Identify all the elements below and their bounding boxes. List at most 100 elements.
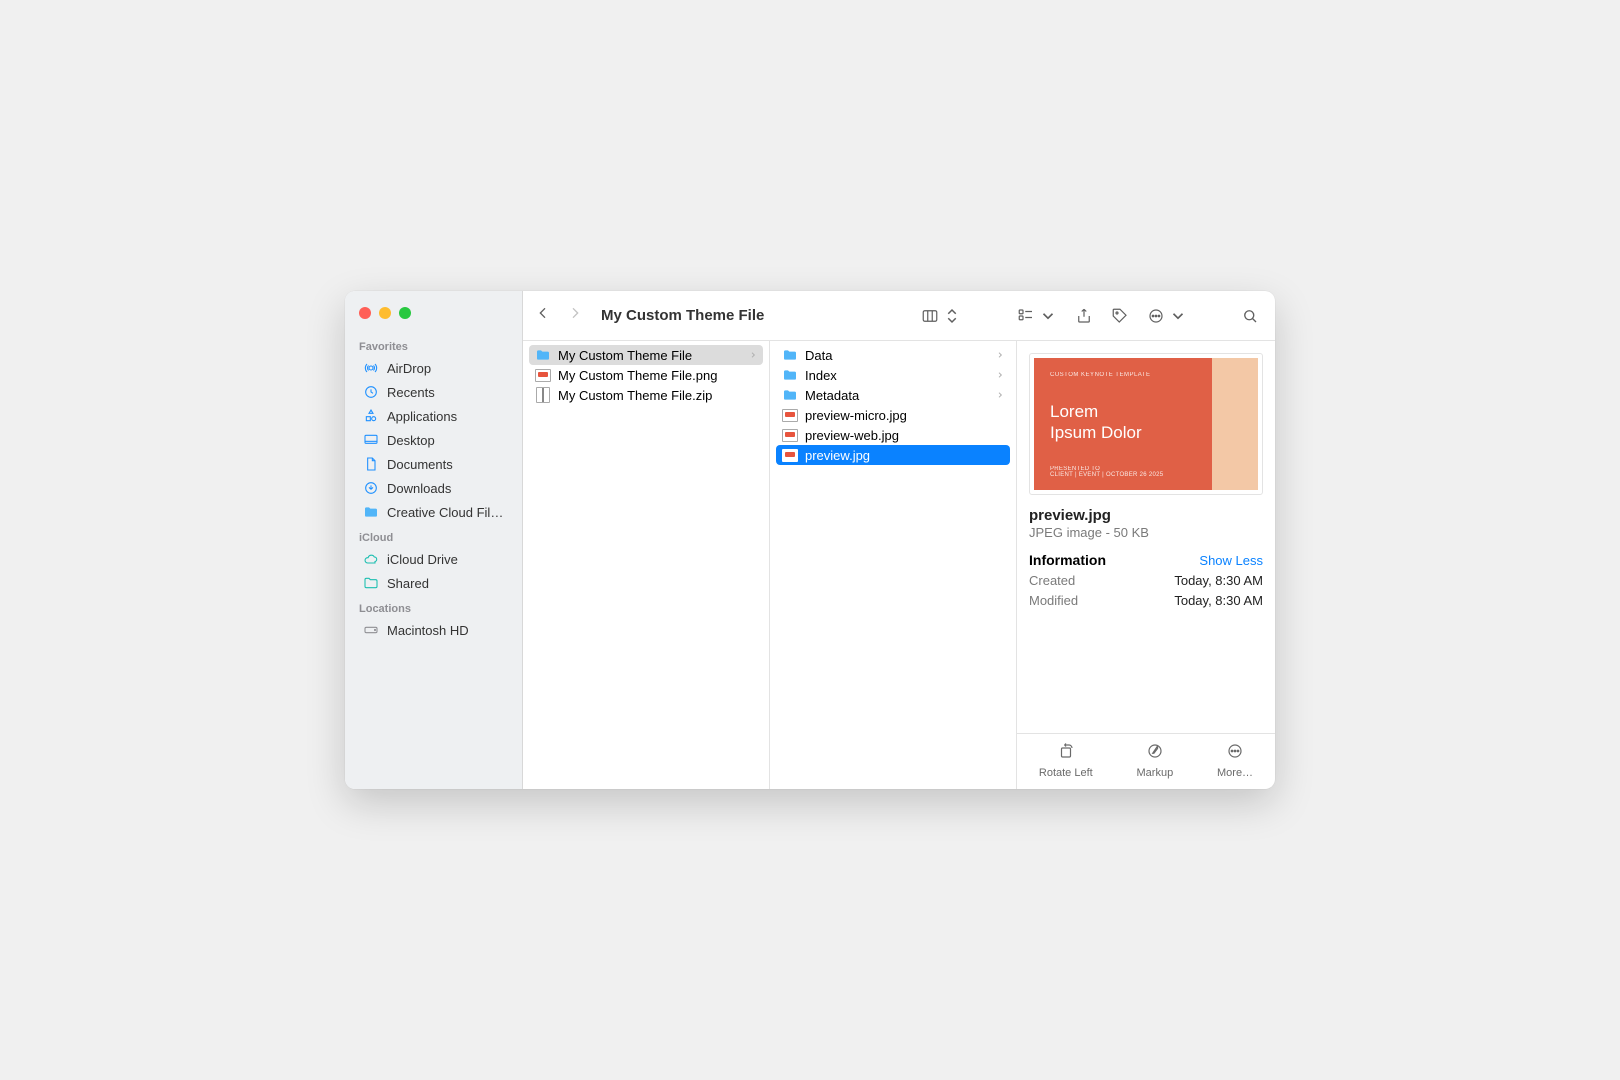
sidebar-item-creative-cloud[interactable]: Creative Cloud Fil… [349,500,518,524]
file-row[interactable]: My Custom Theme File.png [529,365,763,385]
file-row[interactable]: preview-web.jpg [776,425,1010,445]
chevron-right-icon [996,368,1004,383]
minimize-window-button[interactable] [379,307,391,319]
file-name: preview.jpg [805,448,870,463]
file-row[interactable]: Data [776,345,1010,365]
column-2: Data Index Metadata preview-micro.jpg previe… [770,341,1017,789]
file-name: Metadata [805,388,859,403]
sidebar-item-documents[interactable]: Documents [349,452,518,476]
folder-icon [782,347,798,363]
sidebar-item-label: Documents [387,457,453,472]
sidebar-section-header: Locations [345,595,522,618]
quick-action-rotate-left[interactable]: Rotate Left [1039,742,1093,779]
sidebar-item-desktop[interactable]: Desktop [349,428,518,452]
sidebar-section-header: Favorites [345,333,522,356]
chevron-right-icon [996,388,1004,403]
info-label: Created [1029,573,1075,588]
action-button[interactable] [1143,305,1191,327]
sidebar-item-icloud-drive[interactable]: iCloud Drive [349,547,518,571]
file-row[interactable]: My Custom Theme File.zip [529,385,763,405]
preview-thumbnail: CUSTOM KEYNOTE TEMPLATE LoremIpsum Dolor… [1029,353,1263,495]
main-area: My Custom Theme File My Custom Theme Fil… [523,291,1275,789]
desktop-icon [363,432,379,448]
preview-filename: preview.jpg [1029,507,1263,524]
sidebar-item-downloads[interactable]: Downloads [349,476,518,500]
quick-action-label: Rotate Left [1039,767,1093,779]
forward-button[interactable] [567,305,583,326]
cloud-icon [363,551,379,567]
rotate-icon [1057,742,1075,763]
column-browser: My Custom Theme File My Custom Theme File… [523,341,1275,789]
sidebar-item-label: Downloads [387,481,451,496]
folder-icon [782,367,798,383]
sidebar-item-airdrop[interactable]: AirDrop [349,356,518,380]
column-1: My Custom Theme File My Custom Theme File… [523,341,770,789]
disk-icon [363,622,379,638]
file-row[interactable]: My Custom Theme File [529,345,763,365]
close-window-button[interactable] [359,307,371,319]
quick-actions: Rotate Left Markup More… [1017,733,1275,789]
sidebar-item-label: Recents [387,385,435,400]
folder-icon [782,387,798,403]
quick-action-markup[interactable]: Markup [1137,742,1174,779]
window-title: My Custom Theme File [601,307,764,324]
sidebar-item-label: Desktop [387,433,435,448]
image-file-icon [535,367,551,383]
chevron-right-icon [996,348,1004,363]
thumb-footer: PRESENTED TOCLIENT | EVENT | OCTOBER 26 … [1050,466,1196,478]
info-row: ModifiedToday, 8:30 AM [1029,593,1263,608]
sidebar-item-shared[interactable]: Shared [349,571,518,595]
file-name: My Custom Theme File.zip [558,388,712,403]
info-heading: Information [1029,552,1106,568]
window-controls [345,301,522,333]
zip-file-icon [535,387,551,403]
show-less-button[interactable]: Show Less [1199,553,1263,568]
search-button[interactable] [1237,305,1263,327]
zoom-window-button[interactable] [399,307,411,319]
image-file-icon [782,407,798,423]
chevron-right-icon [749,348,757,363]
file-row[interactable]: Index [776,365,1010,385]
folder-icon [535,347,551,363]
sidebar-item-label: Shared [387,576,429,591]
sidebar: Favorites AirDrop Recents Applications D… [345,291,523,789]
finder-window: Favorites AirDrop Recents Applications D… [345,291,1275,789]
file-name: Index [805,368,837,383]
file-name: My Custom Theme File [558,348,692,363]
sidebar-item-label: Applications [387,409,457,424]
markup-icon [1146,742,1164,763]
folder-icon [363,504,379,520]
quick-action-label: More… [1217,767,1253,779]
back-button[interactable] [535,305,551,326]
shared-icon [363,575,379,591]
apps-icon [363,408,379,424]
info-label: Modified [1029,593,1078,608]
download-icon [363,480,379,496]
quick-action-more-[interactable]: More… [1217,742,1253,779]
sidebar-item-applications[interactable]: Applications [349,404,518,428]
airdrop-icon [363,360,379,376]
group-button[interactable] [1013,305,1061,327]
image-file-icon [782,447,798,463]
file-name: Data [805,348,832,363]
preview-pane: CUSTOM KEYNOTE TEMPLATE LoremIpsum Dolor… [1017,341,1275,789]
quick-action-label: Markup [1137,767,1174,779]
sidebar-item-macintosh-hd[interactable]: Macintosh HD [349,618,518,642]
image-file-icon [782,427,798,443]
file-name: preview-micro.jpg [805,408,907,423]
tags-button[interactable] [1107,305,1133,327]
preview-subtitle: JPEG image - 50 KB [1029,525,1263,540]
info-value: Today, 8:30 AM [1174,573,1263,588]
file-row[interactable]: Metadata [776,385,1010,405]
more-icon [1226,742,1244,763]
file-row[interactable]: preview.jpg [776,445,1010,465]
view-mode-button[interactable] [917,305,965,327]
sidebar-item-recents[interactable]: Recents [349,380,518,404]
file-name: My Custom Theme File.png [558,368,717,383]
sidebar-section-header: iCloud [345,524,522,547]
document-icon [363,456,379,472]
file-row[interactable]: preview-micro.jpg [776,405,1010,425]
sidebar-item-label: Macintosh HD [387,623,469,638]
share-button[interactable] [1071,305,1097,327]
toolbar: My Custom Theme File [523,291,1275,341]
